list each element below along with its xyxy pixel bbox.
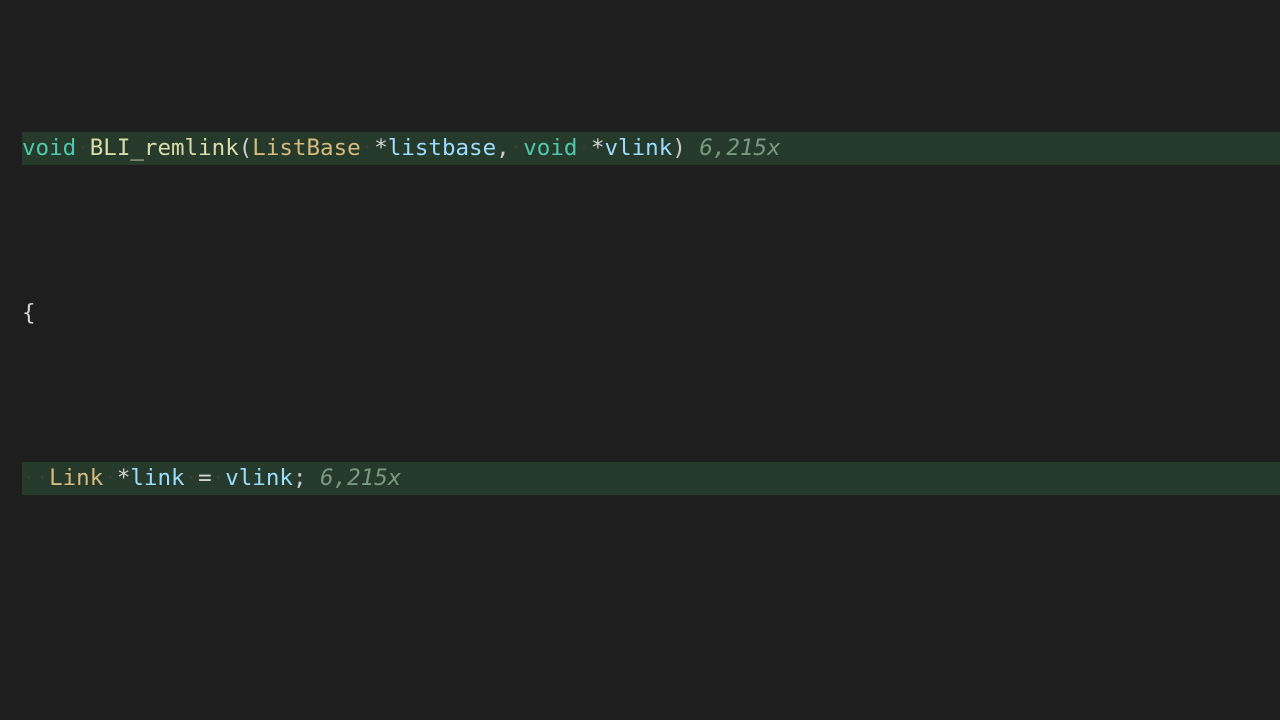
hit-count: 6,215x (699, 132, 780, 165)
indent: ·· (22, 462, 49, 495)
code-line[interactable]: ··Link·*link·=·vlink; 6,215x (22, 462, 1280, 495)
type-listbase: ListBase (252, 132, 360, 165)
comma: , (496, 132, 510, 165)
code-line[interactable]: void·BLI_remlink(ListBase·*listbase,·voi… (22, 132, 1280, 165)
var-vlink: vlink (225, 462, 293, 495)
function-name: BLI_remlink (90, 132, 239, 165)
keyword-void: void (22, 132, 76, 165)
param-vlink: vlink (605, 132, 673, 165)
code-line-blank[interactable] (22, 627, 1280, 660)
paren-open: ( (239, 132, 253, 165)
brace-open: { (22, 297, 36, 330)
param-listbase: listbase (388, 132, 496, 165)
keyword-void: void (523, 132, 577, 165)
type-link: Link (49, 462, 103, 495)
code-editor[interactable]: void·BLI_remlink(ListBase·*listbase,·voi… (0, 0, 1280, 720)
var-link: link (130, 462, 184, 495)
whitespace-dot: · (76, 132, 90, 165)
assign: = (198, 462, 212, 495)
paren-close: ) (672, 132, 686, 165)
hit-count: 6,215x (320, 462, 401, 495)
code-line[interactable]: { (22, 297, 1280, 330)
star: * (374, 132, 388, 165)
semicolon: ; (293, 462, 307, 495)
